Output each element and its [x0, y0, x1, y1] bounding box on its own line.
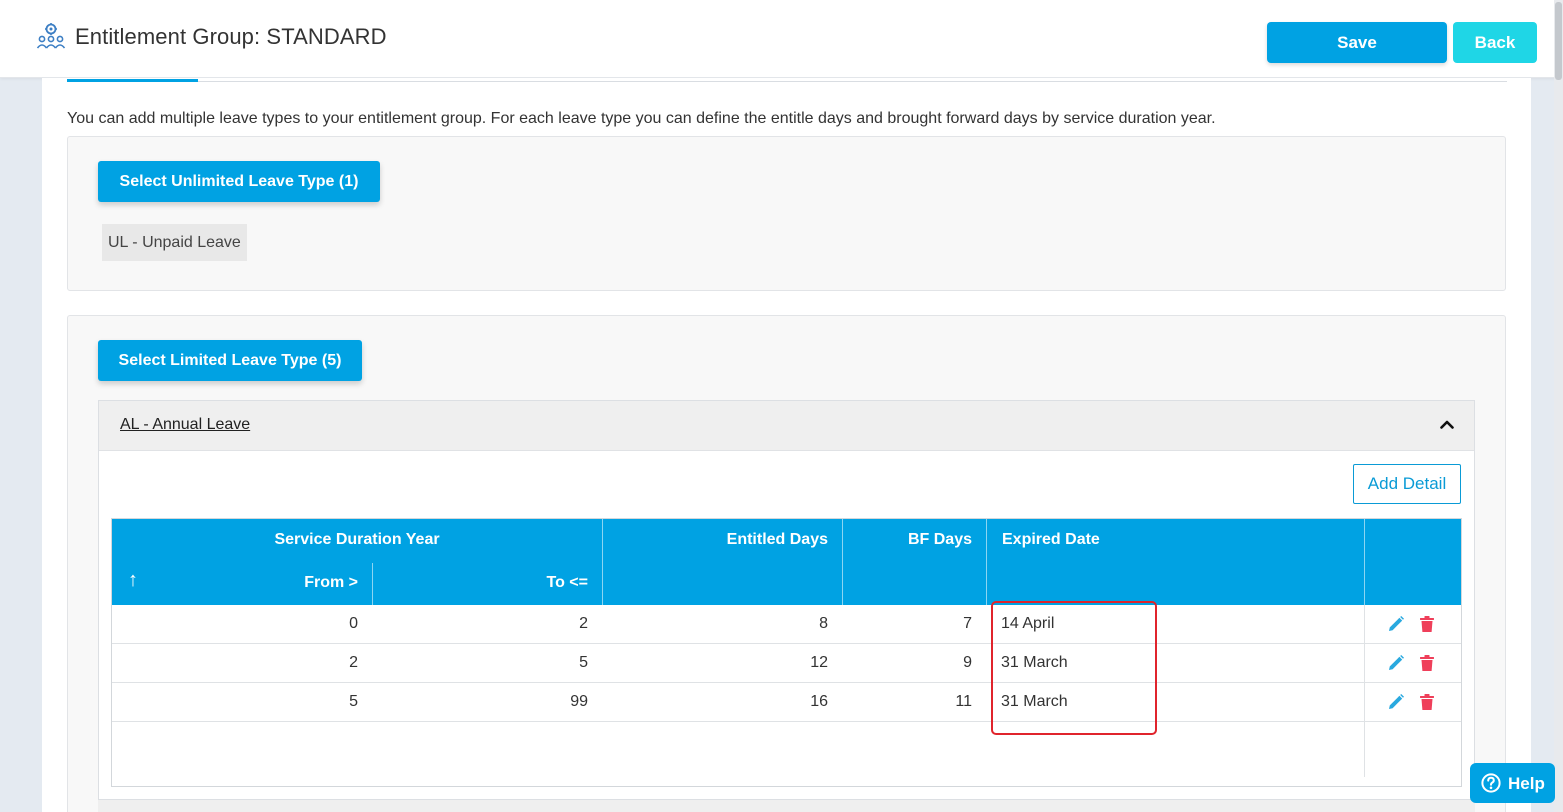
next-accordion-header[interactable]	[98, 799, 1475, 812]
cell-entitled-days: 16	[810, 693, 828, 710]
trash-icon[interactable]	[1419, 615, 1435, 633]
team-settings-icon	[36, 23, 66, 49]
header-divider	[602, 519, 603, 605]
cell-from: 2	[349, 654, 358, 671]
save-button[interactable]: Save	[1267, 22, 1447, 63]
scrollbar[interactable]	[1554, 0, 1563, 812]
cell-bf-days: 7	[963, 615, 972, 632]
col-from-header[interactable]: From >	[212, 574, 358, 592]
cell-bf-days: 9	[963, 654, 972, 671]
limited-leave-section: Select Limited Leave Type (5) AL - Annua…	[67, 315, 1506, 812]
header-divider	[372, 563, 373, 605]
sort-arrow-icon[interactable]: ↑	[128, 569, 138, 592]
table-header: Service Duration Year ↑ From > To <= Ent…	[112, 519, 1461, 605]
select-limited-leave-button[interactable]: Select Limited Leave Type (5)	[98, 340, 362, 381]
entitlement-table: Service Duration Year ↑ From > To <= Ent…	[111, 518, 1462, 787]
accordion-header[interactable]: AL - Annual Leave	[99, 401, 1474, 451]
header-divider	[986, 519, 987, 605]
scrollbar-thumb[interactable]	[1555, 2, 1562, 80]
cell-to: 5	[579, 654, 588, 671]
cell-from: 0	[349, 615, 358, 632]
trash-icon[interactable]	[1419, 693, 1435, 711]
service-duration-header: Service Duration Year	[274, 531, 440, 548]
help-button[interactable]: Help	[1470, 763, 1555, 803]
col-bf-header[interactable]: BF Days	[852, 531, 972, 549]
table-row: 5 99 16 11 31 March	[112, 683, 1461, 722]
question-circle-icon	[1481, 773, 1501, 793]
expired-date-highlight	[991, 601, 1157, 735]
unlimited-leave-section: Select Unlimited Leave Type (1) UL - Unp…	[67, 136, 1506, 291]
intro-text: You can add multiple leave types to your…	[67, 110, 1216, 127]
chevron-up-icon[interactable]	[1440, 419, 1454, 429]
cell-from: 5	[349, 693, 358, 710]
header-divider	[842, 519, 843, 605]
cell-entitled-days: 12	[810, 654, 828, 671]
cell-to: 2	[579, 615, 588, 632]
unlimited-leave-chip: UL - Unpaid Leave	[102, 224, 247, 261]
active-tab-indicator	[67, 79, 198, 82]
cell-entitled-days: 8	[819, 615, 828, 632]
pencil-icon[interactable]	[1387, 615, 1405, 633]
cell-bf-days: 11	[955, 693, 972, 710]
accordion-title[interactable]: AL - Annual Leave	[120, 416, 250, 434]
pencil-icon[interactable]	[1387, 654, 1405, 672]
main-panel: You can add multiple leave types to your…	[42, 78, 1531, 812]
col-entitled-header[interactable]: Entitled Days	[612, 531, 828, 549]
col-expired-header[interactable]: Expired Date	[1002, 531, 1100, 549]
pencil-icon[interactable]	[1387, 693, 1405, 711]
table-row: 2 5 12 9 31 March	[112, 644, 1461, 683]
header-divider	[1364, 519, 1365, 605]
cell-to: 99	[570, 693, 588, 710]
add-detail-button[interactable]: Add Detail	[1353, 464, 1461, 504]
annual-leave-accordion: AL - Annual Leave Add Detail Service Dur…	[98, 400, 1475, 812]
col-to-header[interactable]: To <=	[412, 574, 589, 592]
back-button[interactable]: Back	[1453, 22, 1537, 63]
top-bar: Entitlement Group: STANDARD Save Back	[0, 0, 1563, 78]
table-row: 0 2 8 7 14 April	[112, 605, 1461, 644]
select-unlimited-leave-button[interactable]: Select Unlimited Leave Type (1)	[98, 161, 380, 202]
help-label: Help	[1508, 774, 1545, 793]
page-title: Entitlement Group: STANDARD	[75, 24, 387, 49]
tab-divider	[67, 81, 1507, 82]
trash-icon[interactable]	[1419, 654, 1435, 672]
